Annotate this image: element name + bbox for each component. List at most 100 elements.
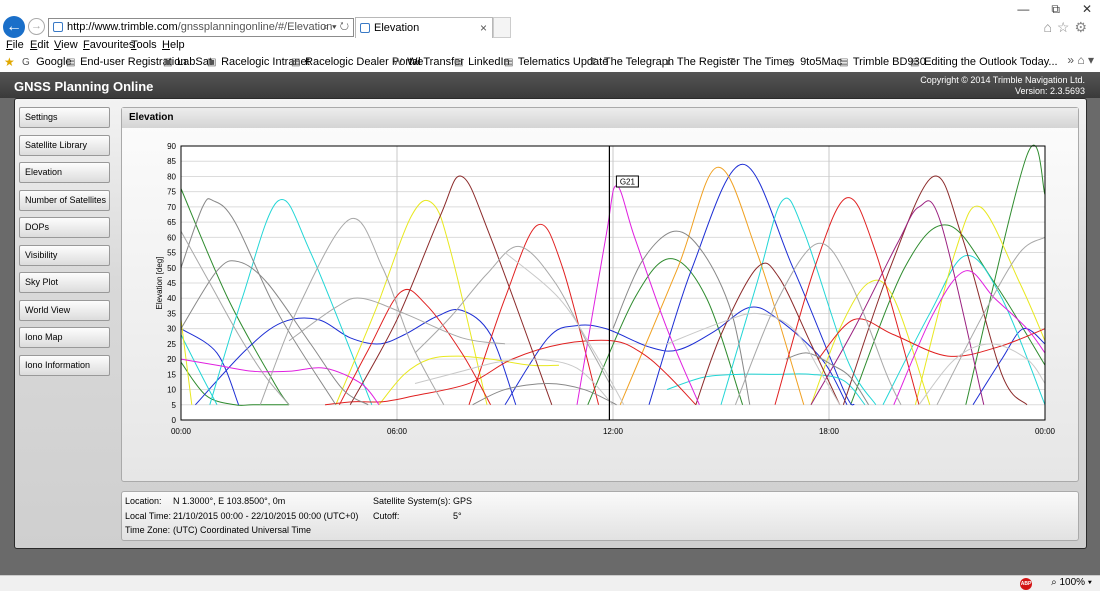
page-icon: ▤	[910, 57, 920, 68]
overflow-home-icons[interactable]: » ⌂ ▾	[1067, 53, 1094, 67]
sidebar-item-satellite-library[interactable]: Satellite Library	[19, 135, 110, 156]
favourites-star-icon[interactable]: ★	[4, 55, 15, 69]
local-time-label: Local Time:	[125, 511, 172, 521]
fav-9to5mac[interactable]: ◴ 9to5Mac	[786, 56, 842, 68]
fav-the-times[interactable]: T The Times	[729, 56, 794, 68]
restore-icon[interactable]: ⧉	[1051, 2, 1060, 16]
local-time-value: 21/10/2015 00:00 - 22/10/2015 00:00 (UTC…	[173, 511, 359, 521]
y-tick-label: 70	[167, 203, 176, 212]
menu-favourites[interactable]: Favourites	[83, 39, 134, 51]
page-icon: ▤	[504, 57, 514, 68]
menu-file[interactable]: File	[6, 39, 24, 51]
app-header: GNSS Planning Online Copyright © 2014 Tr…	[0, 72, 1100, 98]
y-tick-label: 25	[167, 340, 176, 349]
tab-title: Elevation	[374, 22, 420, 34]
y-tick-label: 65	[167, 218, 176, 227]
page-icon: ▤	[454, 57, 464, 68]
copyright-text: Copyright © 2014 Trimble Navigation Ltd.	[920, 75, 1085, 85]
y-tick-label: 55	[167, 249, 176, 258]
y-tick-label: 10	[167, 386, 176, 395]
zoom-level[interactable]: ⌕ 100% ▾	[1051, 577, 1092, 588]
telegraph-icon: T	[590, 57, 597, 68]
back-arrow-icon[interactable]: ←	[3, 16, 25, 38]
y-tick-label: 85	[167, 157, 176, 166]
y-tick-label: 30	[167, 325, 176, 334]
menu-help[interactable]: Help	[162, 39, 185, 51]
tab-elevation[interactable]: Elevation ×	[355, 17, 493, 38]
y-tick-label: 0	[172, 416, 177, 425]
racelogic-icon: ▣	[207, 57, 217, 68]
sidebar-item-settings[interactable]: Settings	[19, 107, 110, 128]
sidebar-item-number-of-satellites[interactable]: Number of Satellites	[19, 190, 110, 211]
adblock-icon[interactable]: ABP	[1020, 578, 1032, 590]
home-favourites-settings-icons[interactable]: ⌂☆⚙	[1043, 19, 1092, 36]
menu-tools[interactable]: Tools	[131, 39, 157, 51]
x-tick-label: 12:00	[603, 427, 624, 436]
fav-editing-outlook-today[interactable]: ▤ Editing the Outlook Today...	[910, 56, 1058, 68]
elevation-chart[interactable]: 0 5 10 15 20 25 30 35 40 45 50 55 60 65 70 75 80 85 90 00:0…	[122, 130, 1078, 450]
app-title: GNSS Planning Online	[14, 79, 154, 94]
x-tick-label: 06:00	[387, 427, 408, 436]
search-refresh-icons[interactable]: ⌕ ▾ ↻	[323, 19, 349, 36]
sidebar-item-elevation[interactable]: Elevation	[19, 162, 110, 183]
y-tick-label: 50	[167, 264, 176, 273]
version-text: Version: 2.3.5693	[1014, 86, 1085, 96]
favourites-bar: ★ G Google ▤ End-user Registration ▣ Lab…	[0, 53, 1100, 72]
y-tick-label: 45	[167, 279, 176, 288]
labsat-icon: ▣	[163, 57, 173, 68]
page-icon: ▤	[291, 57, 301, 68]
new-tab-button[interactable]	[493, 17, 511, 38]
sidebar-item-iono-information[interactable]: Iono Information	[19, 355, 110, 376]
sidebar-item-visibility[interactable]: Visibility	[19, 245, 110, 266]
fav-the-telegraph[interactable]: T The Telegraph	[590, 56, 674, 68]
sidebar-item-sky-plot[interactable]: Sky Plot	[19, 272, 110, 293]
main-frame: Settings Satellite Library Elevation Num…	[14, 98, 1087, 549]
y-tick-label: 20	[167, 355, 176, 364]
fav-linkedin[interactable]: ▤ LinkedIn	[454, 56, 510, 68]
location-label: Location:	[125, 496, 162, 506]
elevation-panel: Elevation 0 5 10 15 20 25 30 35 40 45 50 55 60 65 70 75…	[121, 107, 1079, 482]
fav-label: Editing the Outlook Today...	[924, 56, 1058, 68]
tab-close-icon[interactable]: ×	[480, 18, 487, 38]
page-icon: ▤	[839, 57, 849, 68]
browser-chrome: ← → http://www.trimble.com/gnssplanningo…	[0, 0, 1100, 38]
cursor-tooltip-label: G21	[620, 178, 636, 187]
forward-arrow-icon[interactable]: →	[28, 18, 45, 35]
sidebar-item-iono-map[interactable]: Iono Map	[19, 327, 110, 348]
minimize-icon[interactable]: —	[1017, 2, 1029, 16]
menu-view[interactable]: View	[54, 39, 78, 51]
panel-title: Elevation	[122, 108, 1078, 128]
y-tick-label: 80	[167, 172, 176, 181]
close-window-icon[interactable]: ✕	[1082, 2, 1092, 16]
clock-icon: ◴	[786, 57, 795, 68]
time-zone-label: Time Zone:	[125, 525, 171, 535]
location-value: N 1.3000°, E 103.8500°, 0m	[173, 496, 286, 506]
sidebar-item-dops[interactable]: DOPs	[19, 217, 110, 238]
tab-favicon-icon	[360, 23, 370, 33]
url-path: /gnssplanningonline/#/Elevation	[177, 21, 333, 33]
y-tick-label: 15	[167, 370, 176, 379]
sidebar-item-world-view[interactable]: World View	[19, 300, 110, 321]
copyright-block: Copyright © 2014 Trimble Navigation Ltd.…	[920, 75, 1085, 97]
y-axis-label: Elevation [deg]	[155, 257, 164, 310]
satellite-systems-value: GPS	[453, 496, 473, 506]
x-tick-label: 00:00	[1035, 427, 1056, 436]
register-icon: ▲	[663, 57, 673, 68]
times-icon: T	[729, 57, 736, 68]
satellite-systems-label: Satellite System(s):	[373, 496, 451, 506]
x-tick-label: 18:00	[819, 427, 840, 436]
page-favicon-icon	[53, 22, 63, 32]
menu-edit[interactable]: Edit	[30, 39, 49, 51]
y-tick-label: 5	[172, 401, 177, 410]
fav-google[interactable]: G Google	[22, 56, 72, 68]
address-bar[interactable]: http://www.trimble.com/gnssplanningonlin…	[48, 18, 354, 37]
y-tick-label: 40	[167, 294, 176, 303]
status-bar: ABP ⌕ 100% ▾	[0, 575, 1100, 591]
wetransfer-icon: W	[393, 57, 403, 68]
time-zone-value: (UTC) Coordinated Universal Time	[173, 525, 312, 535]
y-tick-label: 75	[167, 188, 176, 197]
y-tick-label: 90	[167, 142, 176, 151]
info-panel: Location: N 1.3000°, E 103.8500°, 0m Loc…	[121, 491, 1079, 541]
y-tick-label: 35	[167, 309, 176, 318]
fav-labsat[interactable]: ▣ LabSat	[163, 56, 212, 68]
